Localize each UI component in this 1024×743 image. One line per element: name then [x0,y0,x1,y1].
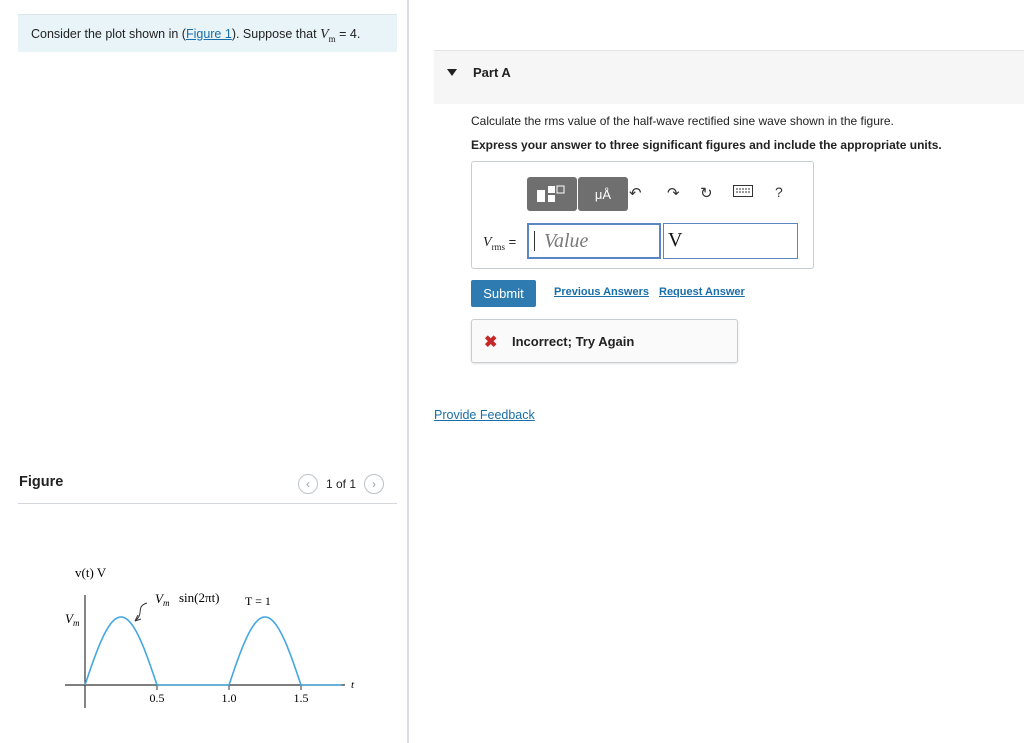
help-icon[interactable]: ? [775,184,783,200]
figure-divider [18,503,397,504]
part-a-header[interactable]: Part A [434,50,1024,104]
error-x-icon: ✖ [484,334,498,351]
previous-answers-link[interactable]: Previous Answers [554,286,649,298]
collapse-caret-icon[interactable] [447,69,457,76]
intro-value: = 4. [335,27,361,41]
template-button[interactable] [527,177,577,211]
figure-link[interactable]: Figure 1 [186,27,232,41]
undo-icon[interactable]: ↶ [629,184,642,202]
value-placeholder: Value [544,230,589,252]
tick-label: 1.0 [222,691,237,705]
reset-icon[interactable]: ↻ [700,184,713,202]
figure-title: Figure [19,474,64,490]
curve-label: sin(2πt) [179,590,220,605]
instruction-text: Express your answer to three significant… [471,138,942,152]
figure-pager: ‹ 1 of 1 › [298,474,385,494]
tick-label: 0.5 [150,691,165,705]
variable-label: Vrms = [483,234,517,252]
next-figure-button[interactable]: › [364,474,385,494]
prev-figure-button[interactable]: ‹ [298,474,318,494]
units-button[interactable]: μÅ [578,177,628,211]
vm-variable: Vm [320,27,336,44]
request-answer-link[interactable]: Request Answer [659,286,745,298]
period-label: T = 1 [245,594,271,608]
half-wave-plot: v(t) V Vm 0.5 1.0 1.5 t Vm sin(2πt) T = … [65,565,355,708]
vm-axis-label: Vm [65,611,80,628]
tick-label: 1.5 [294,691,309,705]
left-panel: Consider the plot shown in (Figure 1). S… [0,0,408,743]
page-indicator: 1 of 1 [326,477,357,491]
half-wave-curve [84,616,342,686]
provide-feedback-link[interactable]: Provide Feedback [434,408,535,422]
redo-icon[interactable]: ↷ [667,184,680,202]
value-input[interactable]: Value [527,223,661,259]
keyboard-icon[interactable] [733,184,753,201]
feedback-text: Incorrect; Try Again [512,334,635,349]
unit-value: V [668,229,683,251]
problem-intro: Consider the plot shown in (Figure 1). S… [18,14,397,52]
y-axis-label: v(t) V [75,565,107,580]
intro-text-mid: ). Suppose that [231,27,321,41]
feedback-box: ✖ Incorrect; Try Again [471,319,738,363]
text-cursor [534,231,535,251]
answer-area: μÅ ↶ ↷ ↻ ? Vrms = Value V [471,161,814,269]
part-label: Part A [473,65,511,80]
panel-divider[interactable] [407,0,409,743]
question-text: Calculate the rms value of the half-wave… [471,114,894,128]
x-axis-label: t [351,679,355,691]
unit-input[interactable]: V [663,223,798,259]
template-icon [537,185,565,202]
vm-label: Vm [155,591,170,608]
intro-text: Consider the plot shown in ( [31,27,186,41]
submit-button[interactable]: Submit [471,280,536,307]
